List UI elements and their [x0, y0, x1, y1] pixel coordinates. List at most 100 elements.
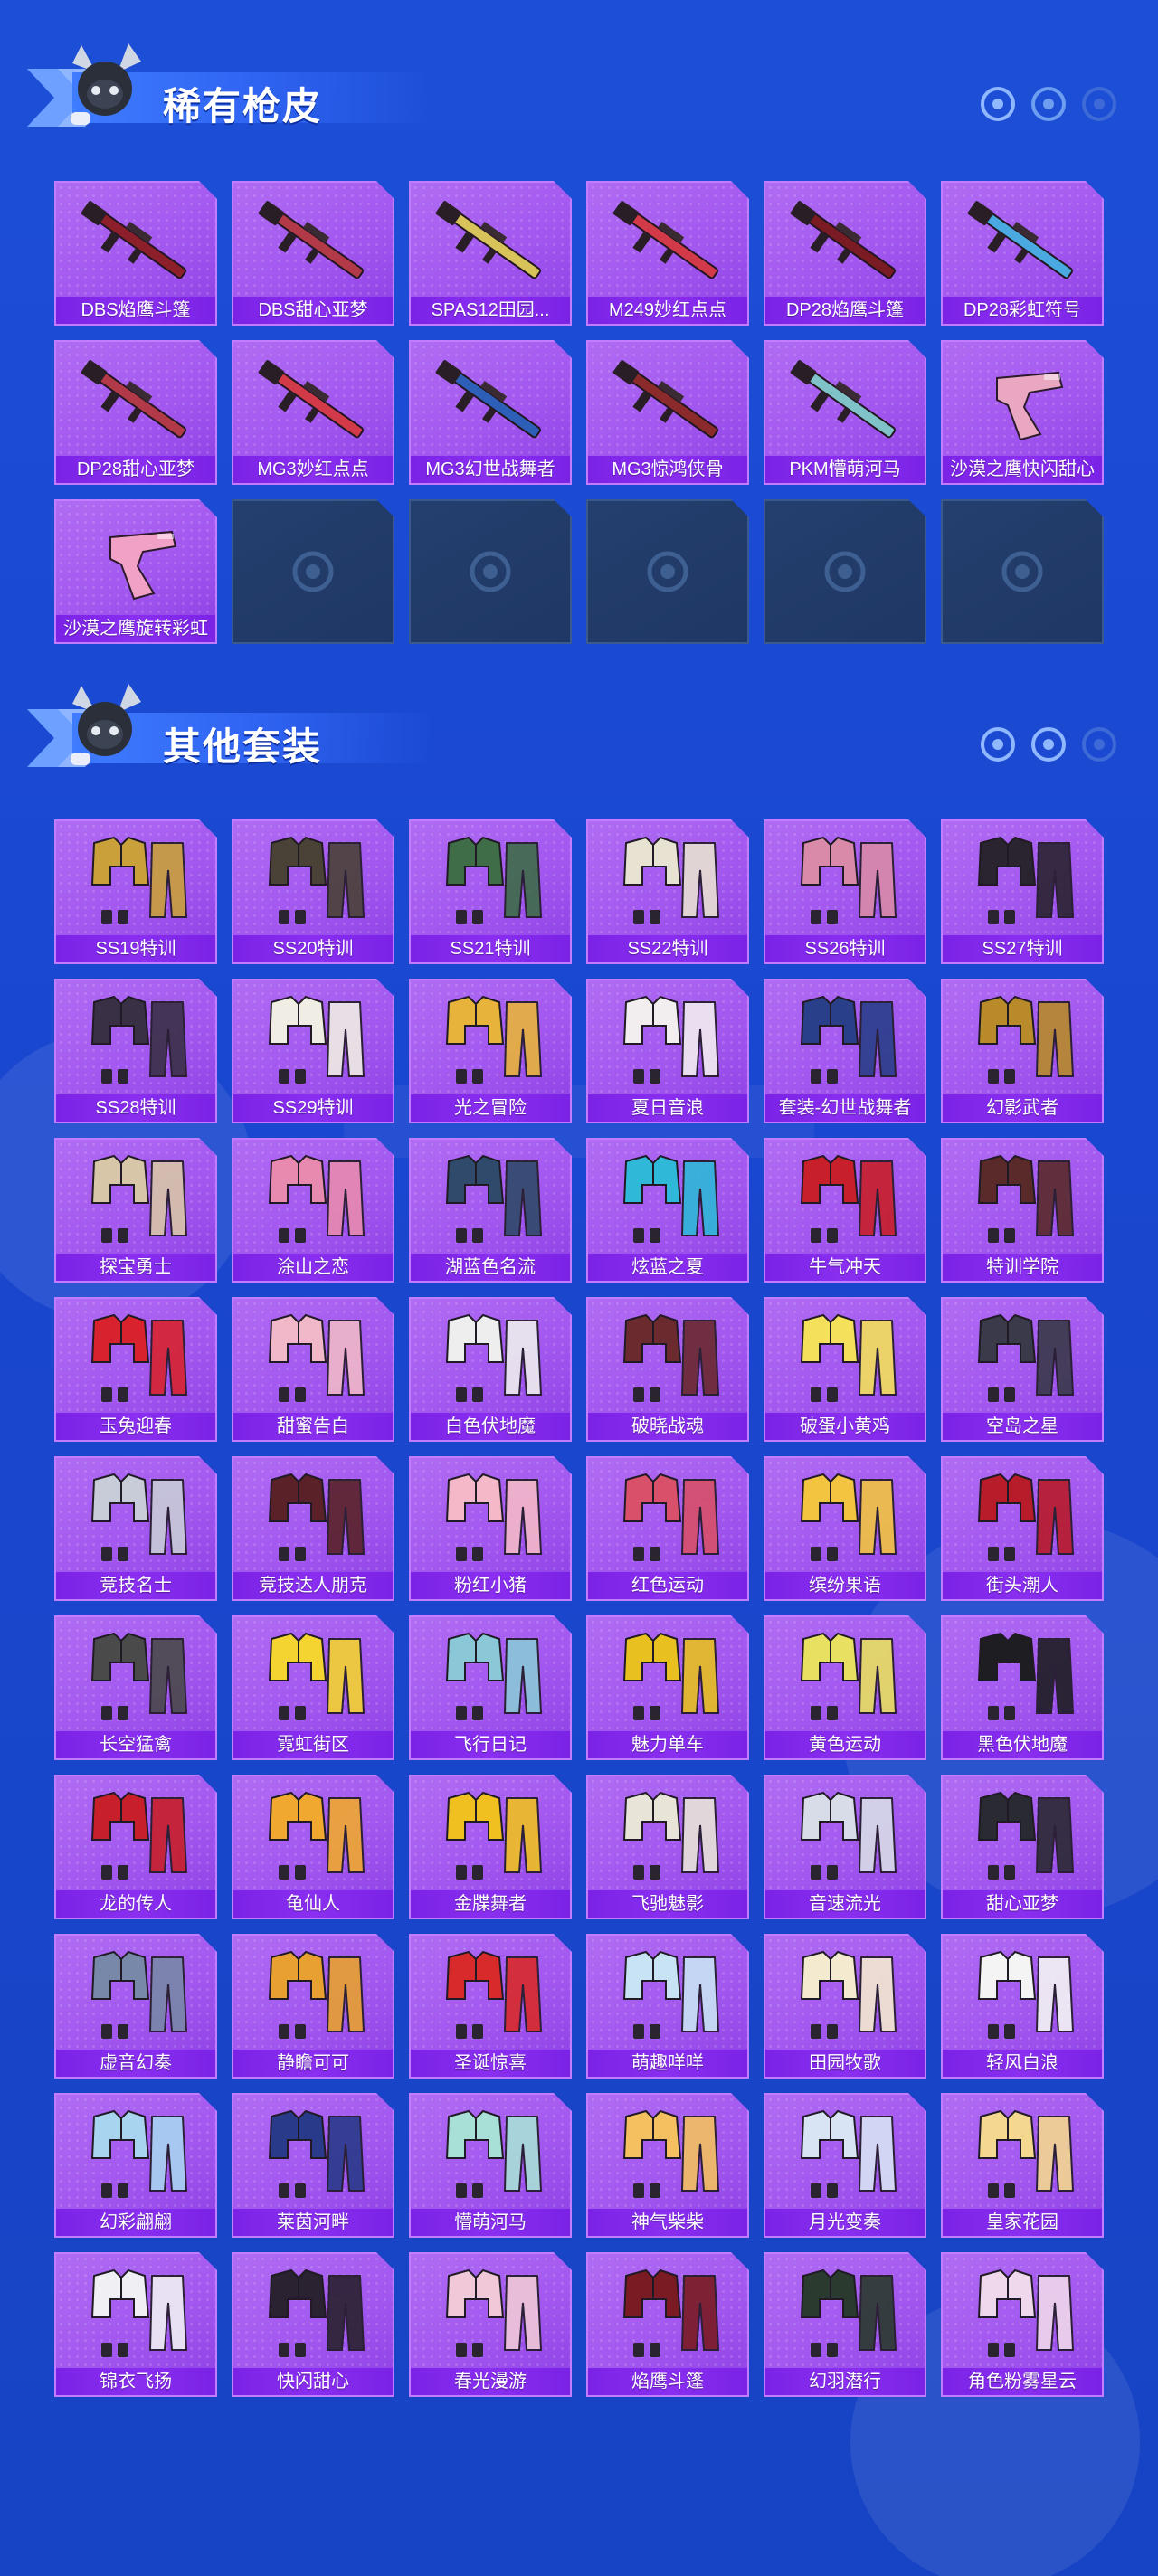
- item-card[interactable]: 神气柴柴: [586, 2093, 749, 2238]
- item-card[interactable]: 破晓战魂: [586, 1297, 749, 1442]
- outfit-icon: [445, 1791, 543, 1880]
- item-card[interactable]: 田园牧歌: [764, 1934, 926, 2079]
- item-card[interactable]: 皇家花园: [941, 2093, 1104, 2238]
- item-card[interactable]: 音速流光: [764, 1775, 926, 1919]
- item-card[interactable]: MG3惊鸿侠骨: [586, 340, 749, 485]
- item-card[interactable]: SS28特训: [54, 979, 217, 1123]
- item-label: 竞技达人朋克: [233, 1572, 393, 1599]
- item-card[interactable]: DP28焰鹰斗篷: [764, 181, 926, 326]
- item-card[interactable]: 霓虹街区: [232, 1615, 394, 1760]
- empty-slot: [764, 499, 926, 644]
- outfit-icon: [977, 1950, 1075, 2039]
- item-card[interactable]: SS21特训: [409, 819, 572, 964]
- item-card[interactable]: 竞技达人朋克: [232, 1456, 394, 1601]
- item-card[interactable]: 空岛之星: [941, 1297, 1104, 1442]
- item-card[interactable]: 轻风白浪: [941, 1934, 1104, 2079]
- item-card[interactable]: DP28甜心亚梦: [54, 340, 217, 485]
- item-card[interactable]: 飞行日记: [409, 1615, 572, 1760]
- item-label: DP28甜心亚梦: [56, 456, 215, 483]
- item-card[interactable]: 竞技名士: [54, 1456, 217, 1601]
- outfit-icon: [800, 995, 897, 1084]
- item-card[interactable]: 探宝勇士: [54, 1138, 217, 1283]
- item-label: SS21特训: [411, 935, 570, 962]
- crosshair-icon: [470, 551, 511, 592]
- item-card[interactable]: 沙漠之鹰旋转彩虹: [54, 499, 217, 644]
- item-card[interactable]: 特训学院: [941, 1138, 1104, 1283]
- item-card[interactable]: 湖蓝色名流: [409, 1138, 572, 1283]
- item-card[interactable]: 粉红小猪: [409, 1456, 572, 1601]
- item-card[interactable]: 炫蓝之夏: [586, 1138, 749, 1283]
- item-card[interactable]: 黄色运动: [764, 1615, 926, 1760]
- item-card[interactable]: 缤纷果语: [764, 1456, 926, 1601]
- outfit-icon: [90, 1632, 188, 1720]
- item-card[interactable]: 金牒舞者: [409, 1775, 572, 1919]
- machine-gun-icon: [612, 360, 719, 439]
- item-card[interactable]: 龙的传人: [54, 1775, 217, 1919]
- outfit-icon: [977, 836, 1075, 924]
- item-card[interactable]: 套装-幻世战舞者: [764, 979, 926, 1123]
- item-card[interactable]: SPAS12田园...: [409, 181, 572, 326]
- item-card[interactable]: SS20特训: [232, 819, 394, 964]
- item-card[interactable]: 甜蜜告白: [232, 1297, 394, 1442]
- outfit-icon: [622, 1950, 720, 2039]
- item-card[interactable]: M249妙红点点: [586, 181, 749, 326]
- item-card[interactable]: MG3幻世战舞者: [409, 340, 572, 485]
- item-card[interactable]: 破蛋小黄鸡: [764, 1297, 926, 1442]
- item-label: 红色运动: [588, 1572, 747, 1599]
- item-card[interactable]: SS22特训: [586, 819, 749, 964]
- item-card[interactable]: 幻羽潜行: [764, 2252, 926, 2397]
- item-card[interactable]: 长空猛禽: [54, 1615, 217, 1760]
- item-card[interactable]: SS27特训: [941, 819, 1104, 964]
- item-label: 特训学院: [943, 1254, 1102, 1281]
- item-card[interactable]: DP28彩虹符号: [941, 181, 1104, 326]
- item-card[interactable]: 萌趣咩咩: [586, 1934, 749, 2079]
- item-card[interactable]: DBS甜心亚梦: [232, 181, 394, 326]
- outfit-icon: [977, 995, 1075, 1084]
- item-label: 飞行日记: [411, 1731, 570, 1758]
- item-card[interactable]: 沙漠之鹰快闪甜心: [941, 340, 1104, 485]
- item-card[interactable]: 快闪甜心: [232, 2252, 394, 2397]
- item-card[interactable]: 玉兔迎春: [54, 1297, 217, 1442]
- item-card[interactable]: 龟仙人: [232, 1775, 394, 1919]
- shotgun-icon: [258, 201, 365, 279]
- item-card[interactable]: 街头潮人: [941, 1456, 1104, 1601]
- item-card[interactable]: 牛气冲天: [764, 1138, 926, 1283]
- item-card[interactable]: 懵萌河马: [409, 2093, 572, 2238]
- outfit-icon: [622, 1154, 720, 1243]
- item-card[interactable]: SS26特训: [764, 819, 926, 964]
- item-card[interactable]: 月光变奏: [764, 2093, 926, 2238]
- item-card[interactable]: 幻彩翩翩: [54, 2093, 217, 2238]
- item-label: 白色伏地魔: [411, 1413, 570, 1440]
- item-card[interactable]: 莱茵河畔: [232, 2093, 394, 2238]
- item-card[interactable]: 飞驰魅影: [586, 1775, 749, 1919]
- item-card[interactable]: 白色伏地魔: [409, 1297, 572, 1442]
- item-card[interactable]: 涂山之恋: [232, 1138, 394, 1283]
- item-card[interactable]: 锦衣飞扬: [54, 2252, 217, 2397]
- item-card[interactable]: 黑色伏地魔: [941, 1615, 1104, 1760]
- item-card[interactable]: 幻影武者: [941, 979, 1104, 1123]
- item-card[interactable]: 甜心亚梦: [941, 1775, 1104, 1919]
- item-card[interactable]: 圣诞惊喜: [409, 1934, 572, 2079]
- outfit-icon: [445, 1154, 543, 1243]
- item-card[interactable]: 红色运动: [586, 1456, 749, 1601]
- item-card[interactable]: PKM懵萌河马: [764, 340, 926, 485]
- item-card[interactable]: MG3妙红点点: [232, 340, 394, 485]
- item-card[interactable]: SS19特训: [54, 819, 217, 964]
- outfit-icon: [90, 836, 188, 924]
- outfit-icon: [800, 1632, 897, 1720]
- item-card[interactable]: 静瞻可可: [232, 1934, 394, 2079]
- item-card[interactable]: DBS焰鹰斗篷: [54, 181, 217, 326]
- item-card[interactable]: 角色粉雾星云: [941, 2252, 1104, 2397]
- item-label: 飞驰魅影: [588, 1890, 747, 1918]
- item-card[interactable]: 春光漫游: [409, 2252, 572, 2397]
- item-card[interactable]: 焰鹰斗篷: [586, 2252, 749, 2397]
- item-label: PKM懵萌河马: [765, 456, 925, 483]
- section-title: 其他套装: [163, 725, 323, 768]
- item-label: 幻彩翩翩: [56, 2209, 215, 2236]
- item-card[interactable]: 光之冒险: [409, 979, 572, 1123]
- item-card[interactable]: 夏日音浪: [586, 979, 749, 1123]
- item-card[interactable]: 魅力单车: [586, 1615, 749, 1760]
- item-card[interactable]: 虚音幻奏: [54, 1934, 217, 2079]
- outfit-icon: [90, 1791, 188, 1880]
- item-card[interactable]: SS29特训: [232, 979, 394, 1123]
